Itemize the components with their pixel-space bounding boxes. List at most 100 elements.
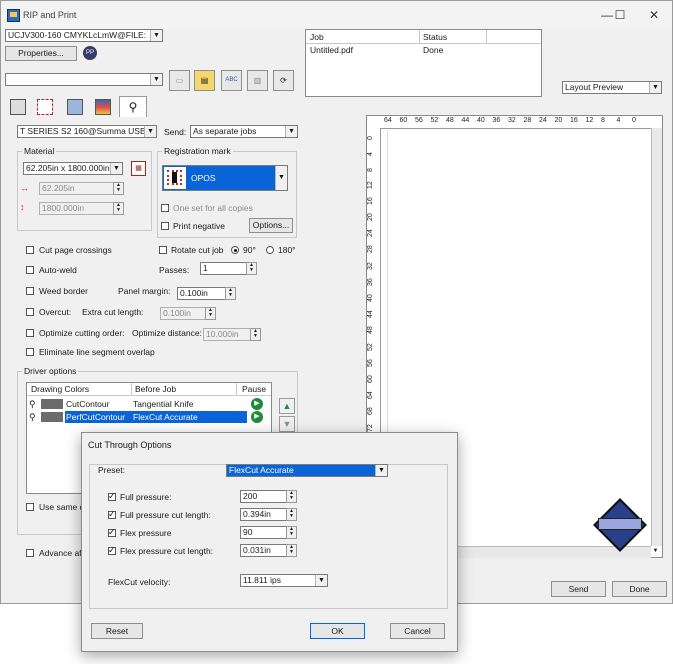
auto-weld-checkbox[interactable] — [26, 266, 34, 274]
weed-border-checkbox[interactable] — [26, 287, 34, 295]
close-button[interactable]: ✕ — [644, 7, 664, 23]
tab-printer-icon[interactable] — [10, 99, 26, 115]
ruler-tick-label: 40 — [367, 294, 374, 302]
chevron-down-icon: ▼ — [110, 163, 122, 174]
spellcheck-icon[interactable]: ABC — [221, 70, 242, 91]
passes-spinner[interactable]: ▲ ▼ — [246, 262, 257, 275]
ruler-tick-label: 52 — [367, 342, 374, 351]
save-icon[interactable]: ▭ — [169, 70, 190, 91]
layout-view-select[interactable]: Layout Preview ▼ — [562, 81, 662, 94]
rotate-icon[interactable]: ⟳ — [273, 70, 294, 91]
tab-cut-icon[interactable]: ⚲ — [119, 96, 147, 117]
rotate-90-radio[interactable] — [231, 246, 239, 254]
printer-info-icon[interactable]: PP — [83, 46, 97, 60]
rotate-90-label: 90° — [243, 245, 256, 255]
reset-button[interactable]: Reset — [91, 623, 143, 639]
optimize-distance-field[interactable]: 10.000in — [203, 328, 251, 341]
color-swatch — [41, 399, 63, 409]
vertical-scrollbar[interactable] — [651, 128, 662, 546]
material-edit-icon[interactable]: ▦ — [131, 161, 146, 176]
full-pressure-cut-length-checkbox[interactable] — [108, 509, 116, 520]
send-mode-value: As separate jobs — [193, 126, 257, 136]
one-set-label: One set for all copies — [173, 203, 253, 213]
job-thumbnail[interactable] — [593, 498, 647, 552]
registration-mark-select[interactable]: OPOS ▼ — [162, 165, 288, 191]
flex-pressure-cut-length-checkbox[interactable] — [108, 545, 116, 556]
velocity-label: FlexCut velocity: — [108, 577, 171, 587]
ok-button[interactable]: OK — [310, 623, 365, 639]
flex-pressure-cut-length-spinner[interactable]: ▲ ▼ — [286, 544, 297, 557]
tab-color-icon[interactable] — [95, 99, 111, 115]
rotate-180-radio[interactable] — [266, 246, 274, 254]
preset-select[interactable]: FlexCut Accurate ▼ — [226, 464, 388, 477]
optimize-distance-spinner[interactable]: ▲ ▼ — [250, 328, 261, 341]
tab-image-icon[interactable] — [67, 99, 83, 115]
folder-icon[interactable]: ▤ — [194, 70, 215, 91]
table-row[interactable]: ⚲ CutContour Tangential Knife ▶ — [27, 398, 271, 410]
full-pressure-cut-length-field[interactable]: 0.394in — [240, 508, 287, 521]
full-pressure-cut-length-spinner[interactable]: ▲ ▼ — [286, 508, 297, 521]
printer-select[interactable]: UCJV300-160 CMYKLcLmW@FILE: ▼ — [5, 29, 163, 42]
weed-border-label: Weed border — [39, 286, 88, 296]
ruler-tick-label: 28 — [367, 245, 374, 254]
scroll-down-icon[interactable]: ▼ — [650, 546, 661, 557]
extra-cut-spinner[interactable]: ▲ ▼ — [205, 307, 216, 320]
app-icon — [7, 9, 20, 22]
full-pressure-checkbox[interactable] — [108, 491, 116, 502]
auto-weld-label: Auto-weld — [39, 265, 77, 275]
overcut-checkbox[interactable] — [26, 308, 34, 316]
full-pressure-label: Full pressure: — [120, 492, 172, 502]
properties-button[interactable]: Properties... — [5, 46, 77, 61]
drawing-colors-header: Drawing Colors Before Job Pause — [27, 383, 271, 396]
material-size-select[interactable]: 62.205in x 1800.000in ▼ — [23, 162, 123, 175]
send-button[interactable]: Send — [551, 581, 606, 597]
panel-margin-field[interactable]: 0.100in — [177, 287, 226, 300]
flex-pressure-spinner[interactable]: ▲ ▼ — [286, 526, 297, 539]
ruler-tick-label: 16 — [570, 117, 578, 124]
height-spinner[interactable]: ▲ ▼ — [113, 202, 124, 215]
ruler-tick-label: 4 — [616, 117, 621, 124]
play-icon[interactable]: ▶ — [251, 411, 263, 423]
jobs-header-status: Status — [423, 32, 448, 42]
move-up-icon[interactable]: ▲ — [279, 398, 295, 414]
material-height-field[interactable]: 1800.000in — [39, 202, 114, 215]
tab-layout-icon[interactable] — [37, 99, 53, 115]
flex-pressure-field[interactable]: 90 — [240, 526, 287, 539]
maximize-button[interactable]: ☐ — [610, 7, 630, 23]
cut-page-crossings-label: Cut page crossings — [39, 245, 112, 255]
ruler-tick-label: 68 — [367, 407, 374, 416]
table-row[interactable]: Untitled.pdf Done — [306, 44, 541, 56]
ruler-tick-label: 56 — [367, 359, 374, 367]
use-same-checkbox[interactable] — [26, 503, 34, 511]
print-negative-checkbox[interactable] — [161, 222, 169, 230]
table-row[interactable]: ⚲ PerfCutContour FlexCut Accurate ▶ — [27, 411, 271, 423]
cut-page-crossings-checkbox[interactable] — [26, 246, 34, 254]
cancel-button[interactable]: Cancel — [390, 623, 445, 639]
move-down-icon[interactable]: ▼ — [279, 416, 295, 432]
rotate-cut-job-checkbox[interactable] — [159, 246, 167, 254]
panel-margin-spinner[interactable]: ▲ ▼ — [225, 287, 236, 300]
optimize-order-checkbox[interactable] — [26, 329, 34, 337]
advance-checkbox[interactable] — [26, 549, 34, 557]
extra-cut-field[interactable]: 0.100in — [160, 307, 206, 320]
registration-options-button[interactable]: Options... — [249, 218, 293, 233]
play-icon[interactable]: ▶ — [251, 398, 263, 410]
material-width-field[interactable]: 62.205in — [39, 182, 114, 195]
done-button[interactable]: Done — [612, 581, 667, 597]
copy-icon[interactable]: ▥ — [247, 70, 268, 91]
cutter-device-select[interactable]: T SERIES S2 160@Summa USB ▼ — [17, 125, 157, 138]
eliminate-overlap-checkbox[interactable] — [26, 348, 34, 356]
job-select[interactable]: ▼ — [5, 73, 163, 86]
send-mode-select[interactable]: As separate jobs ▼ — [190, 125, 298, 138]
width-spinner[interactable]: ▲ ▼ — [113, 182, 124, 195]
flex-pressure-cut-length-field[interactable]: 0.031in — [240, 544, 287, 557]
one-set-checkbox[interactable] — [161, 204, 169, 212]
passes-field[interactable]: 1 — [200, 262, 247, 275]
full-pressure-field[interactable]: 200 — [240, 490, 287, 503]
knife-icon: ⚲ — [29, 412, 36, 422]
job-status: Done — [423, 45, 444, 55]
flex-pressure-checkbox[interactable] — [108, 527, 116, 538]
ruler-tick-label: 24 — [367, 229, 374, 238]
full-pressure-spinner[interactable]: ▲ ▼ — [286, 490, 297, 503]
velocity-select[interactable]: 11.811 ips ▼ — [240, 574, 328, 587]
